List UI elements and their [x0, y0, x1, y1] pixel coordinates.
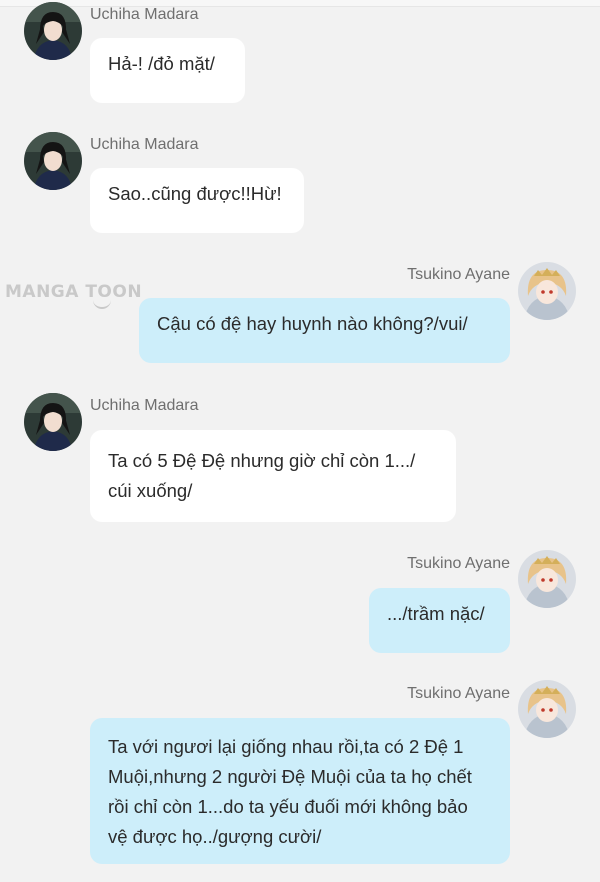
message-bubble: Ta có 5 Đệ Đệ nhưng giờ chỉ còn 1.../ cú… [90, 430, 456, 522]
sender-name: Uchiha Madara [90, 397, 199, 414]
avatar-madara-icon [24, 2, 82, 60]
avatar-madara[interactable] [24, 393, 82, 451]
avatar-madara[interactable] [24, 132, 82, 190]
message-bubble: Cậu có đệ hay huynh nào không?/vui/ [139, 298, 510, 363]
sender-name: Tsukino Ayane [407, 685, 510, 702]
watermark: MANGA TOON [5, 282, 143, 309]
avatar-madara-icon [24, 132, 82, 190]
sender-name: Tsukino Ayane [407, 266, 510, 283]
message-bubble: Sao..cũng được!!Hừ! [90, 168, 304, 233]
avatar-ayane-icon [518, 262, 576, 320]
message-bubble: Ta với ngươi lại giống nhau rồi,ta có 2 … [90, 718, 510, 864]
avatar-madara-icon [24, 393, 82, 451]
message-bubble: Hả-! /đỏ mặt/ [90, 38, 245, 103]
message-bubble: .../trầm nặc/ [369, 588, 510, 653]
watermark-smile [93, 300, 111, 309]
avatar-ayane[interactable] [518, 550, 576, 608]
avatar-ayane-icon [518, 550, 576, 608]
watermark-text: MANGA TOON [5, 282, 143, 302]
sender-name: Uchiha Madara [90, 6, 199, 23]
avatar-ayane[interactable] [518, 262, 576, 320]
avatar-ayane-icon [518, 680, 576, 738]
sender-name: Uchiha Madara [90, 136, 199, 153]
avatar-ayane[interactable] [518, 680, 576, 738]
avatar-madara[interactable] [24, 2, 82, 60]
sender-name: Tsukino Ayane [407, 555, 510, 572]
